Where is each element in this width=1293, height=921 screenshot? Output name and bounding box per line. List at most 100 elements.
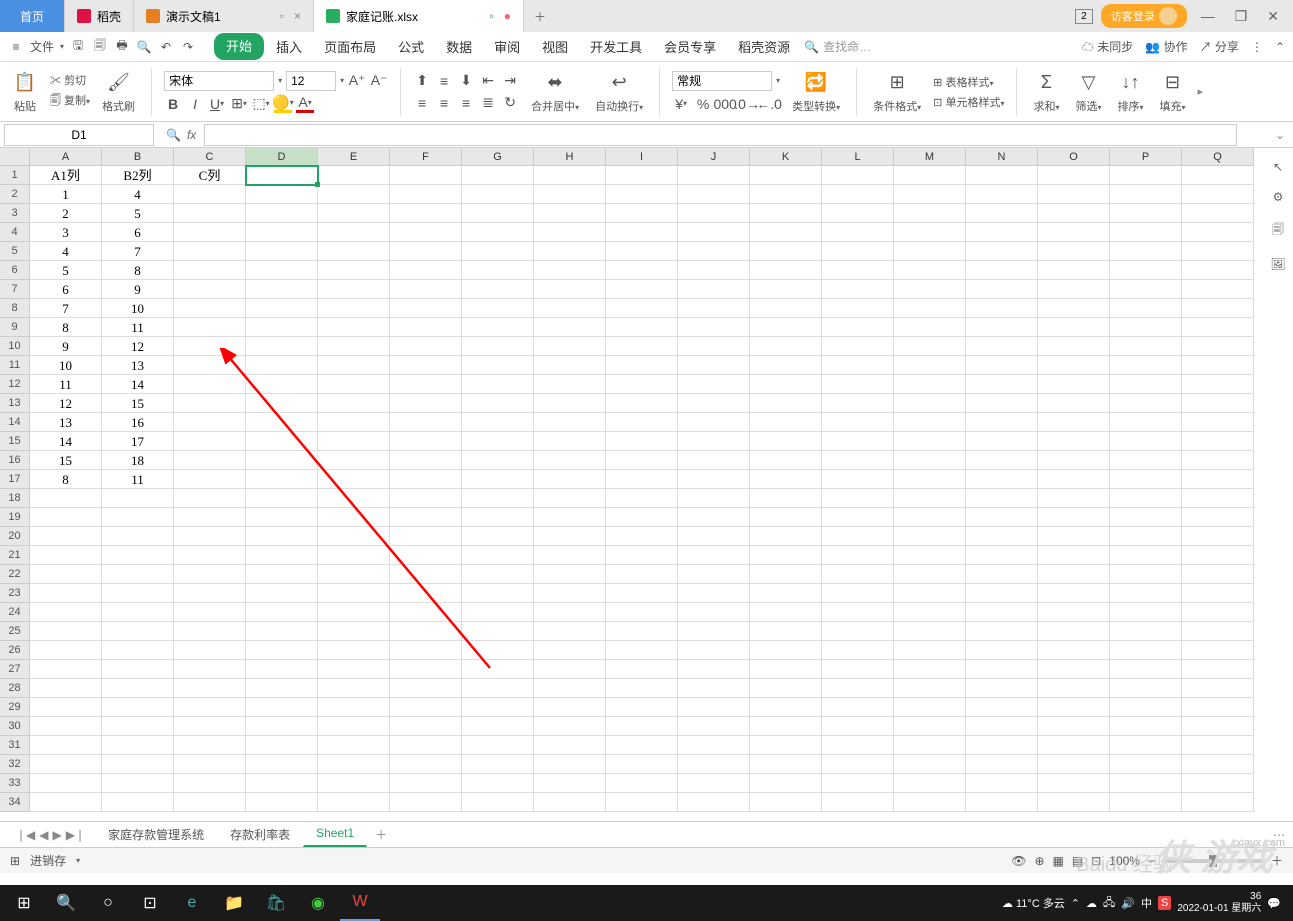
cell[interactable] <box>1182 166 1254 185</box>
more-icon[interactable]: ⋮ <box>1251 40 1263 54</box>
row-header[interactable]: 27 <box>0 660 30 679</box>
cell[interactable] <box>606 451 678 470</box>
align-center-icon[interactable]: ≡ <box>435 94 453 112</box>
cell[interactable] <box>174 717 246 736</box>
cell[interactable] <box>390 166 462 185</box>
orientation-icon[interactable]: ↻ <box>501 94 519 112</box>
cell[interactable] <box>1038 242 1110 261</box>
menu-开始[interactable]: 开始 <box>214 33 264 60</box>
login-button[interactable]: 访客登录 <box>1101 4 1187 28</box>
cell[interactable] <box>1110 375 1182 394</box>
collab-button[interactable]: 👥 协作 <box>1145 38 1187 55</box>
cell[interactable] <box>822 660 894 679</box>
cell[interactable]: B2列 <box>102 166 174 185</box>
minimize-icon[interactable]: — <box>1195 8 1221 24</box>
align-left-icon[interactable]: ≡ <box>413 94 431 112</box>
row-header[interactable]: 28 <box>0 679 30 698</box>
cell[interactable] <box>462 489 534 508</box>
cell[interactable] <box>894 318 966 337</box>
cell[interactable] <box>174 546 246 565</box>
cell[interactable] <box>1110 660 1182 679</box>
row-header[interactable]: 4 <box>0 223 30 242</box>
cell[interactable] <box>318 223 390 242</box>
menu-公式[interactable]: 公式 <box>388 33 434 60</box>
cell[interactable] <box>1038 508 1110 527</box>
cell[interactable] <box>318 793 390 812</box>
cell[interactable] <box>462 641 534 660</box>
cell[interactable] <box>1182 698 1254 717</box>
cell[interactable] <box>678 755 750 774</box>
cell[interactable] <box>534 641 606 660</box>
cell[interactable] <box>318 736 390 755</box>
cell[interactable] <box>606 660 678 679</box>
cell[interactable] <box>30 622 102 641</box>
cell[interactable]: 4 <box>30 242 102 261</box>
cell[interactable] <box>318 204 390 223</box>
row-header[interactable]: 3 <box>0 204 30 223</box>
cell[interactable] <box>822 337 894 356</box>
cell[interactable]: 5 <box>102 204 174 223</box>
cell[interactable] <box>1038 470 1110 489</box>
cell[interactable] <box>1182 755 1254 774</box>
cell[interactable] <box>750 223 822 242</box>
taskview-icon[interactable]: ⊡ <box>130 885 170 921</box>
close-icon[interactable]: ✕ <box>1261 8 1285 25</box>
cell[interactable] <box>390 774 462 793</box>
cell[interactable]: 13 <box>30 413 102 432</box>
cell[interactable] <box>246 660 318 679</box>
cell[interactable] <box>678 793 750 812</box>
cell[interactable] <box>894 584 966 603</box>
cell[interactable] <box>174 527 246 546</box>
valign-top-icon[interactable]: ⬆ <box>413 72 431 90</box>
format-painter-icon[interactable]: 🖌 <box>106 70 132 96</box>
cell[interactable] <box>894 356 966 375</box>
cell[interactable] <box>1038 413 1110 432</box>
cell[interactable] <box>318 622 390 641</box>
row-header[interactable]: 9 <box>0 318 30 337</box>
cell[interactable] <box>30 755 102 774</box>
sheet-tab[interactable]: Sheet1 <box>303 822 367 847</box>
cell[interactable] <box>1038 375 1110 394</box>
cell[interactable] <box>966 774 1038 793</box>
search-icon[interactable]: 🔍 <box>46 885 86 921</box>
cell[interactable]: 15 <box>30 451 102 470</box>
percent-icon[interactable]: % <box>694 95 712 113</box>
cell[interactable] <box>606 546 678 565</box>
cell[interactable] <box>534 603 606 622</box>
cell[interactable] <box>102 527 174 546</box>
cell[interactable] <box>534 584 606 603</box>
cell[interactable] <box>534 679 606 698</box>
cell[interactable] <box>390 299 462 318</box>
cell[interactable] <box>1038 223 1110 242</box>
cell[interactable] <box>1182 413 1254 432</box>
cell[interactable]: 15 <box>102 394 174 413</box>
cell[interactable] <box>966 546 1038 565</box>
cell[interactable] <box>894 546 966 565</box>
cell[interactable] <box>462 375 534 394</box>
cell[interactable] <box>894 622 966 641</box>
cell[interactable] <box>678 375 750 394</box>
cell[interactable] <box>174 299 246 318</box>
edge-icon[interactable]: e <box>172 885 212 921</box>
cell[interactable] <box>318 717 390 736</box>
cell[interactable] <box>894 166 966 185</box>
currency-icon[interactable]: ¥▾ <box>672 95 690 113</box>
cell[interactable] <box>318 299 390 318</box>
cell[interactable] <box>1110 489 1182 508</box>
cell[interactable] <box>822 603 894 622</box>
cell[interactable] <box>390 223 462 242</box>
cell[interactable] <box>462 413 534 432</box>
cell[interactable] <box>318 185 390 204</box>
cell[interactable] <box>390 470 462 489</box>
filter-icon[interactable]: ▽ <box>1075 70 1101 96</box>
cell[interactable] <box>1182 337 1254 356</box>
zoom-value[interactable]: 100% <box>1109 854 1140 868</box>
cell[interactable] <box>606 717 678 736</box>
cell[interactable] <box>246 679 318 698</box>
cell[interactable] <box>246 527 318 546</box>
cell[interactable] <box>102 793 174 812</box>
cell[interactable] <box>102 565 174 584</box>
cell[interactable] <box>462 793 534 812</box>
cell[interactable] <box>1110 223 1182 242</box>
cell[interactable] <box>606 166 678 185</box>
